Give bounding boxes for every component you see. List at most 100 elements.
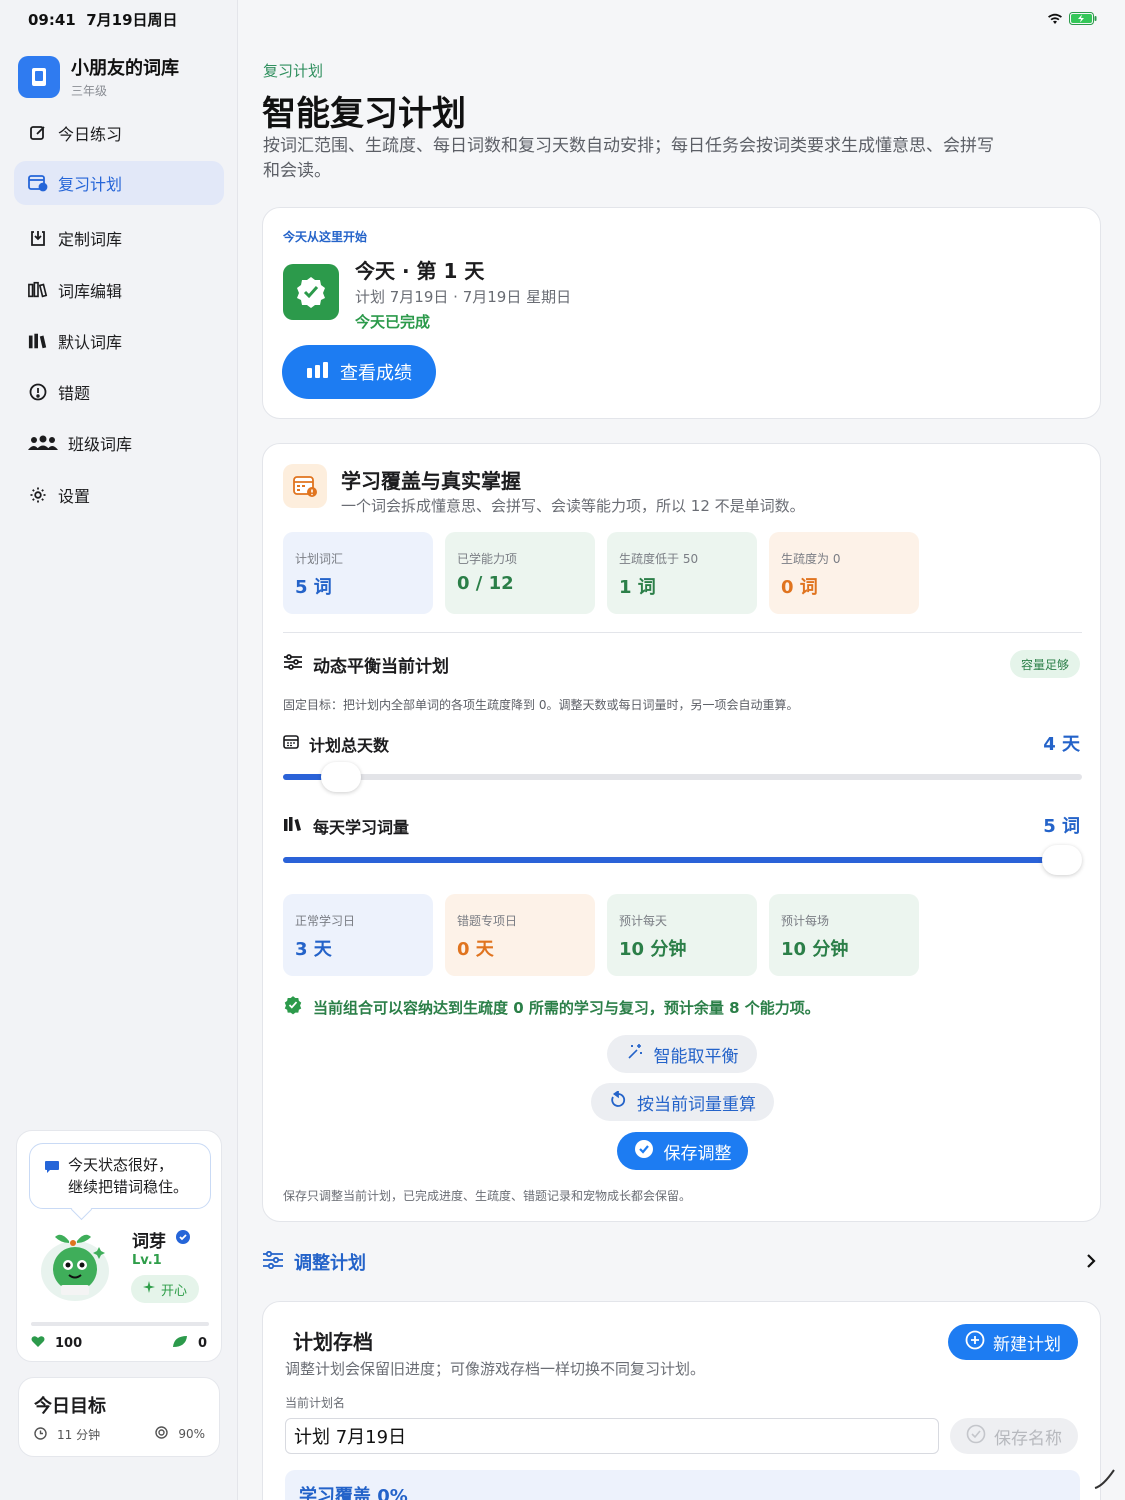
books-icon <box>283 816 303 836</box>
books-edit-icon <box>28 280 48 300</box>
bar-chart-icon <box>306 361 330 384</box>
gear-icon <box>28 485 48 505</box>
edit-square-icon <box>28 123 48 143</box>
capacity-badge: 容量足够 <box>1009 650 1080 678</box>
check-circle-icon <box>966 1424 986 1449</box>
sidebar-item-review-plan[interactable]: 复习计划 <box>14 161 224 205</box>
stat-normal-days: 正常学习日 3 天 <box>283 894 433 976</box>
group-icon <box>28 433 58 453</box>
today-card: 今天从这里开始 今天 · 第 1 天 计划 7月19日 · 7月19日 星期日 … <box>262 207 1101 419</box>
stat-plan-words: 计划词汇 5 词 <box>283 532 433 614</box>
sidebar-item-label: 词库编辑 <box>58 282 123 301</box>
calendar-icon <box>283 734 299 754</box>
sidebar-item-class-library[interactable]: 班级词库 <box>14 421 224 465</box>
plan-days-label: 计划总天数 <box>283 732 389 756</box>
slider-fill <box>283 857 1062 863</box>
pet-name: 词芽 <box>132 1232 166 1252</box>
pet-message-line2: 继续把错词稳住。 <box>68 1178 189 1196</box>
plan-name-input[interactable] <box>285 1418 939 1454</box>
sidebar-item-label: 定制词库 <box>58 230 123 249</box>
calendar-plan-icon <box>28 173 48 193</box>
calendar-alert-icon <box>283 464 327 508</box>
sidebar-item-settings[interactable]: 设置 <box>14 473 224 517</box>
stat-learned-skills: 已学能力项 0 / 12 <box>445 532 595 614</box>
target-icon <box>155 1426 169 1442</box>
stat-mistake-days: 错题专项日 0 天 <box>445 894 595 976</box>
stat-unfamiliar-zero: 生疏度为 00 词 <box>769 532 919 614</box>
goal-accuracy: 90% <box>155 1426 205 1442</box>
daily-goal-card[interactable]: 今日目标 11 分钟 90% <box>18 1377 220 1457</box>
save-adjustment-button[interactable]: 保存调整 <box>617 1132 748 1170</box>
sidebar-item-custom-library[interactable]: 定制词库 <box>14 216 224 260</box>
app-name: 小朋友的词库 <box>71 58 179 79</box>
pet-speech-bubble: 今天状态很好， 继续把错词稳住。 <box>29 1143 211 1209</box>
divider <box>283 632 1082 633</box>
stat-unfamiliar-below-50: 生疏度低于 50 1 词 <box>607 532 757 614</box>
clock-icon <box>34 1426 47 1443</box>
daily-words-slider[interactable] <box>283 845 1082 875</box>
plan-days-slider[interactable] <box>283 762 1082 792</box>
sidebar-item-mistakes[interactable]: 错题 <box>14 370 224 414</box>
today-tag: 今天从这里开始 <box>283 230 368 244</box>
goal-minutes: 11 分钟 <box>34 1426 100 1443</box>
save-note: 保存只调整当前计划，已完成进度、生疏度、错题记录和宠物成长都会保留。 <box>283 1189 692 1203</box>
alert-circle-icon <box>28 382 48 402</box>
sidebar: 09:41 7月19日周日 小朋友的词库 三年级 今日练习 复习计划 定制词库 … <box>0 0 238 1500</box>
coverage-summary: 学习覆盖 0% <box>285 1470 1080 1500</box>
pet-progress-bar <box>31 1322 209 1326</box>
slider-thumb[interactable] <box>1042 845 1082 875</box>
leaf-icon <box>172 1335 188 1352</box>
pet-level: Lv.1 <box>132 1253 162 1268</box>
coverage-card: 学习覆盖与真实掌握 一个词会拆成懂意思、会拼写、会读等能力项，所以 12 不是单… <box>262 443 1101 1222</box>
sidebar-item-default-library[interactable]: 默认词库 <box>14 319 224 363</box>
slider-thumb[interactable] <box>320 762 361 792</box>
today-status: 今天已完成 <box>355 313 431 331</box>
sidebar-item-label: 设置 <box>58 487 91 506</box>
check-circle-icon <box>634 1139 654 1164</box>
app-grade: 三年级 <box>71 84 108 98</box>
save-name-button[interactable]: 保存名称 <box>950 1418 1078 1454</box>
sidebar-item-label: 错题 <box>58 384 91 403</box>
archive-title: 计划存档 <box>293 1330 373 1354</box>
sidebar-item-label: 复习计划 <box>58 175 123 194</box>
sliders-icon <box>283 654 303 675</box>
sidebar-item-today-practice[interactable]: 今日练习 <box>14 111 224 155</box>
sidebar-item-library-edit[interactable]: 词库编辑 <box>14 268 224 312</box>
status-time: 09:41 7月19日周日 <box>28 11 178 29</box>
coverage-description: 一个词会拆成懂意思、会拼写、会读等能力项，所以 12 不是单词数。 <box>341 497 805 515</box>
status-indicators <box>1047 10 1097 29</box>
plan-archive-card: 计划存档 调整计划会保留旧进度；可像游戏存档一样切换不同复习计划。 新建计划 当… <box>262 1301 1101 1500</box>
page-description: 按词汇范围、生疏度、每日词数和复习天数自动安排；每日任务会按词类要求生成懂意思、… <box>263 136 994 181</box>
sidebar-item-label: 默认词库 <box>58 333 123 352</box>
pet-message-line1: 今天状态很好， <box>68 1156 174 1174</box>
pet-leaves: 0 <box>172 1335 207 1352</box>
app-header: 小朋友的词库 三年级 <box>18 54 179 99</box>
verified-badge-icon <box>175 1229 191 1249</box>
plan-name-label: 当前计划名 <box>285 1396 346 1410</box>
daily-words-label: 每天学习词量 <box>283 814 409 838</box>
goal-title: 今日目标 <box>34 1396 106 1417</box>
battery-charging-icon <box>1069 10 1097 29</box>
smart-balance-button[interactable]: 智能取平衡 <box>607 1035 757 1073</box>
sidebar-item-label: 今日练习 <box>58 125 123 144</box>
stat-session-minutes: 预计每场 10 分钟 <box>769 894 919 976</box>
today-plan-date: 计划 7月19日 · 7月19日 星期日 <box>355 288 572 306</box>
page-title: 智能复习计划 <box>262 94 466 134</box>
refresh-icon <box>609 1089 627 1114</box>
chat-bubble-icon <box>44 1158 60 1180</box>
download-box-icon <box>28 228 48 248</box>
sliders-icon <box>262 1250 284 1273</box>
archive-description: 调整计划会保留旧进度；可像游戏存档一样切换不同复习计划。 <box>285 1360 706 1378</box>
capacity-ok-message: 当前组合可以容纳达到生疏度 0 所需的学习与复习，预计余量 8 个能力项。 <box>283 995 820 1019</box>
new-plan-button[interactable]: 新建计划 <box>948 1324 1078 1360</box>
heart-icon <box>31 1335 45 1352</box>
adjust-plan-row[interactable]: 调整计划 <box>262 1240 1101 1284</box>
recalculate-button[interactable]: 按当前词量重算 <box>591 1083 774 1121</box>
stat-daily-minutes: 预计每天 10 分钟 <box>607 894 757 976</box>
breadcrumb: 复习计划 <box>263 62 324 80</box>
magic-wand-icon <box>626 1043 644 1066</box>
pet-card[interactable]: 今天状态很好， 继续把错词稳住。 词芽 Lv.1 开心 100 0 <box>16 1130 222 1362</box>
view-score-button[interactable]: 查看成绩 <box>282 345 436 399</box>
plus-circle-icon <box>965 1330 985 1355</box>
pet-hearts: 100 <box>31 1335 82 1352</box>
